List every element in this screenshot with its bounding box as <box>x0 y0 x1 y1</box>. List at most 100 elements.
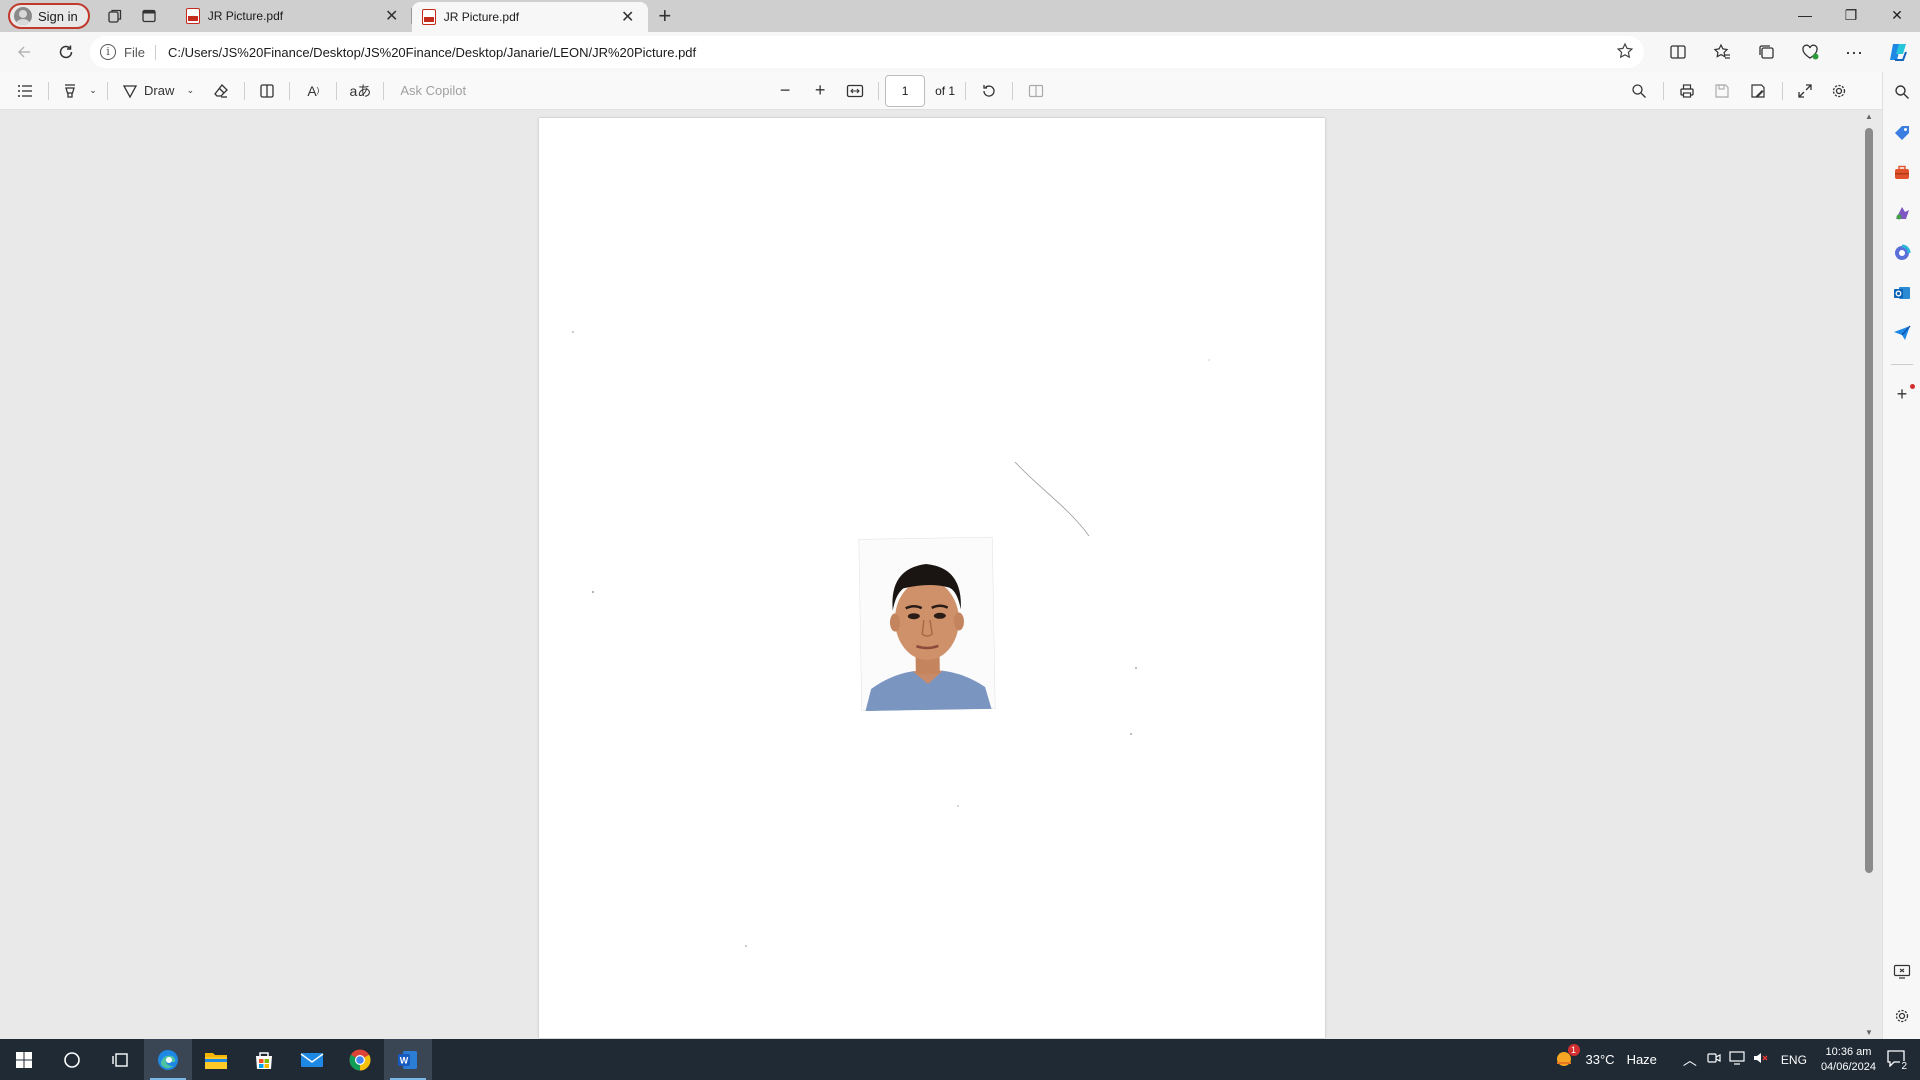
clock[interactable]: 10:36 am 04/06/2024 <box>1821 1045 1876 1075</box>
tools-briefcase-icon[interactable] <box>1883 164 1920 182</box>
search-circle-icon[interactable] <box>48 1039 96 1080</box>
read-aloud-icon[interactable]: A) <box>296 76 330 106</box>
microsoft-store-icon[interactable] <box>240 1039 288 1080</box>
vertical-scrollbar[interactable]: ▲ ▼ <box>1862 110 1876 1039</box>
divider <box>1012 81 1014 100</box>
eraser-icon[interactable] <box>204 76 238 106</box>
avatar <box>14 7 32 25</box>
close-tab-icon[interactable]: ✕ <box>382 6 402 26</box>
weather-desc: Haze <box>1626 1052 1657 1067</box>
page-view-icon[interactable] <box>251 76 283 106</box>
favorites-icon[interactable] <box>1700 43 1744 61</box>
browser-essentials-icon[interactable] <box>1788 43 1832 61</box>
clock-date: 04/06/2024 <box>1820 1060 1876 1073</box>
pdf-file-icon <box>421 9 436 25</box>
taskbar: W 1 33°C Haze ︿ ENG 10:36 am 04/06/2024 … <box>0 1039 1920 1080</box>
zoom-in-icon[interactable]: + <box>802 76 838 106</box>
more-options-icon[interactable]: ··· <box>1832 42 1876 63</box>
pdf-file-icon <box>185 8 200 24</box>
tab-jr-picture-2[interactable]: JR Picture.pdf ✕ <box>411 2 648 32</box>
fullscreen-icon[interactable] <box>1789 76 1821 106</box>
draw-label: Draw <box>144 83 175 98</box>
network-icon[interactable] <box>1729 1051 1745 1068</box>
split-screen-icon[interactable] <box>1656 43 1700 61</box>
divider <box>965 81 967 100</box>
windows-start-icon[interactable] <box>0 1039 48 1080</box>
tray-chevron-up-icon[interactable]: ︿ <box>1683 1050 1697 1070</box>
weather-widget[interactable]: 1 33°C Haze <box>1554 1044 1657 1071</box>
site-info-icon[interactable]: i <box>100 44 116 60</box>
two-page-view-icon[interactable] <box>1019 76 1053 106</box>
scrollbar-thumb[interactable] <box>1865 128 1873 873</box>
weather-sun-icon: 1 <box>1554 1044 1580 1071</box>
window-controls: — ❐ ✕ <box>1782 0 1920 32</box>
microsoft-365-icon[interactable] <box>1883 244 1920 262</box>
zoom-out-icon[interactable]: − <box>768 76 802 106</box>
pdf-viewer[interactable] <box>0 110 1882 1039</box>
close-tab-icon[interactable]: ✕ <box>618 7 638 27</box>
highlight-button[interactable] <box>55 76 85 106</box>
restore-icon[interactable]: ❐ <box>1828 0 1874 32</box>
sidebar-settings-icon[interactable] <box>1883 1008 1920 1024</box>
file-explorer-icon[interactable] <box>192 1039 240 1080</box>
print-icon[interactable] <box>1670 76 1704 106</box>
rotate-icon[interactable] <box>972 76 1006 106</box>
notification-count: 2 <box>1900 1061 1908 1072</box>
divider <box>383 81 385 100</box>
favorite-star-icon[interactable] <box>1616 42 1634 63</box>
fit-to-width-icon[interactable] <box>838 76 872 106</box>
url-text[interactable]: C:/Users/JS%20Finance/Desktop/JS%20Finan… <box>164 45 1608 60</box>
scroll-up-icon[interactable]: ▲ <box>1865 112 1873 121</box>
meet-now-icon[interactable] <box>1707 1051 1721 1068</box>
draw-options-chevron-icon[interactable]: ⌄ <box>182 76 198 106</box>
send-icon[interactable] <box>1883 324 1920 342</box>
search-icon[interactable] <box>1621 76 1657 106</box>
games-icon[interactable] <box>1883 204 1920 222</box>
word-icon[interactable]: W <box>384 1039 432 1080</box>
divider <box>107 81 108 100</box>
profile-button[interactable]: Sign in <box>8 3 90 29</box>
draw-button[interactable]: Draw <box>114 76 182 106</box>
screenshot-icon[interactable] <box>1883 964 1920 980</box>
scroll-down-icon[interactable]: ▼ <box>1865 1028 1873 1037</box>
workspaces-icon[interactable] <box>98 2 132 30</box>
contents-icon[interactable] <box>8 76 42 106</box>
sidebar-search-icon[interactable] <box>1883 84 1920 100</box>
shopping-tag-icon[interactable] <box>1883 124 1920 142</box>
divider <box>336 81 338 100</box>
pdf-settings-icon[interactable] <box>1821 76 1857 106</box>
translate-icon[interactable]: aあ <box>343 76 377 106</box>
mail-icon[interactable] <box>288 1039 336 1080</box>
volume-muted-icon[interactable] <box>1753 1051 1769 1068</box>
minimize-icon[interactable]: — <box>1782 0 1828 32</box>
refresh-button[interactable] <box>48 36 84 68</box>
language-indicator[interactable]: ENG <box>1781 1053 1807 1067</box>
copilot-icon[interactable] <box>1876 41 1920 63</box>
divider <box>1663 81 1665 100</box>
save-icon[interactable] <box>1704 76 1740 106</box>
address-input[interactable]: i File C:/Users/JS%20Finance/Desktop/JS%… <box>90 36 1644 68</box>
highlight-options-chevron-icon[interactable]: ⌄ <box>85 76 101 106</box>
notification-center-icon[interactable]: 2 <box>1886 1049 1908 1072</box>
pdf-toolbar: ⌄ Draw ⌄ A) aあ Ask Copilot − + 1 of 1 <box>0 72 1882 110</box>
chrome-icon[interactable] <box>336 1039 384 1080</box>
back-button[interactable] <box>6 36 42 68</box>
address-bar-row: i File C:/Users/JS%20Finance/Desktop/JS%… <box>0 32 1920 72</box>
weather-badge: 1 <box>1567 1044 1580 1056</box>
new-tab-button[interactable]: + <box>648 3 682 29</box>
ask-copilot-input[interactable]: Ask Copilot <box>400 76 466 106</box>
close-window-icon[interactable]: ✕ <box>1874 0 1920 32</box>
task-view-icon[interactable] <box>96 1039 144 1080</box>
divider <box>1891 364 1913 365</box>
outlook-icon[interactable] <box>1883 284 1920 302</box>
tab-jr-picture-1[interactable]: JR Picture.pdf ✕ <box>176 0 412 32</box>
pdf-page <box>539 118 1325 1038</box>
page-number-input[interactable]: 1 <box>885 74 926 107</box>
edge-browser-icon[interactable] <box>144 1039 192 1080</box>
divider <box>1782 81 1784 100</box>
divider <box>48 81 49 100</box>
tab-actions-icon[interactable] <box>132 2 166 30</box>
collections-icon[interactable] <box>1744 43 1788 61</box>
save-as-icon[interactable] <box>1740 76 1776 106</box>
tab-title: JR Picture.pdf <box>207 9 284 23</box>
